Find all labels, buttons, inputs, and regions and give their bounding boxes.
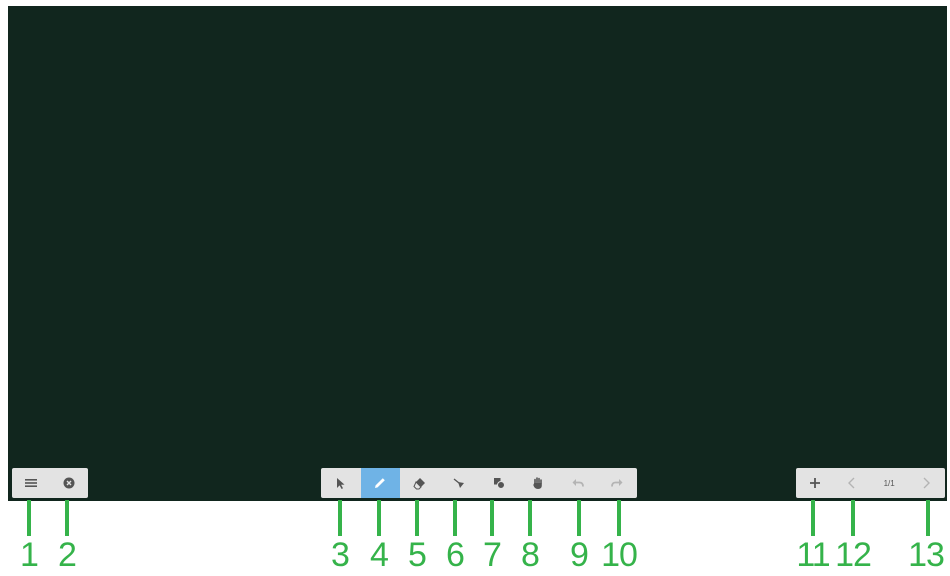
menu-icon <box>24 476 38 490</box>
menu-button[interactable] <box>12 468 50 498</box>
add-page-button[interactable] <box>796 468 833 498</box>
whiteboard-canvas[interactable] <box>8 6 947 501</box>
close-button[interactable] <box>50 468 88 498</box>
callout-line <box>65 500 69 536</box>
redo-button[interactable] <box>598 468 638 498</box>
callout-line <box>617 500 621 536</box>
callout-line <box>528 500 532 536</box>
undo-icon <box>571 476 585 490</box>
callout-line <box>377 500 381 536</box>
left-toolbar <box>12 468 88 498</box>
chevron-left-icon <box>845 476 859 490</box>
callout-line <box>453 500 457 536</box>
eraser-tool-button[interactable] <box>400 468 440 498</box>
prev-page-button[interactable] <box>833 468 870 498</box>
pointer-arrow-icon <box>334 476 348 490</box>
page-indicator: 1/1 <box>871 468 908 498</box>
callout-number: 9 <box>570 536 589 574</box>
pen-tool-button[interactable] <box>360 468 400 498</box>
shapes-icon <box>492 476 506 490</box>
callout-line <box>811 500 815 536</box>
callout-line <box>27 500 31 536</box>
callout-line <box>851 500 855 536</box>
callout-line <box>490 500 494 536</box>
close-circle-icon <box>62 476 76 490</box>
plus-icon <box>808 476 822 490</box>
callout-number: 13 <box>908 536 945 574</box>
pan-tool-button[interactable] <box>519 468 559 498</box>
callout-number: 12 <box>835 536 872 574</box>
callout-number: 10 <box>601 536 638 574</box>
pen-icon <box>373 476 387 490</box>
callout-number: 8 <box>521 536 540 574</box>
callout-number: 2 <box>58 536 77 574</box>
callout-line <box>577 500 581 536</box>
callout-line <box>338 500 342 536</box>
page-indicator-text: 1/1 <box>883 478 895 488</box>
shapes-tool-button[interactable] <box>479 468 519 498</box>
callout-line <box>415 500 419 536</box>
next-page-button[interactable] <box>908 468 945 498</box>
lasso-tool-button[interactable] <box>440 468 480 498</box>
select-tool-button[interactable] <box>321 468 361 498</box>
callout-line <box>926 500 930 536</box>
callout-number: 11 <box>796 536 830 574</box>
lasso-select-icon <box>452 476 466 490</box>
undo-button[interactable] <box>558 468 598 498</box>
callout-annotations: 1 2 3 4 5 6 7 8 9 10 11 12 13 <box>0 500 950 576</box>
chevron-right-icon <box>919 476 933 490</box>
right-toolbar: 1/1 <box>796 468 945 498</box>
hand-pan-icon <box>531 476 545 490</box>
eraser-icon <box>413 476 427 490</box>
callout-number: 3 <box>331 536 350 574</box>
center-toolbar <box>321 468 637 498</box>
redo-icon <box>610 476 624 490</box>
